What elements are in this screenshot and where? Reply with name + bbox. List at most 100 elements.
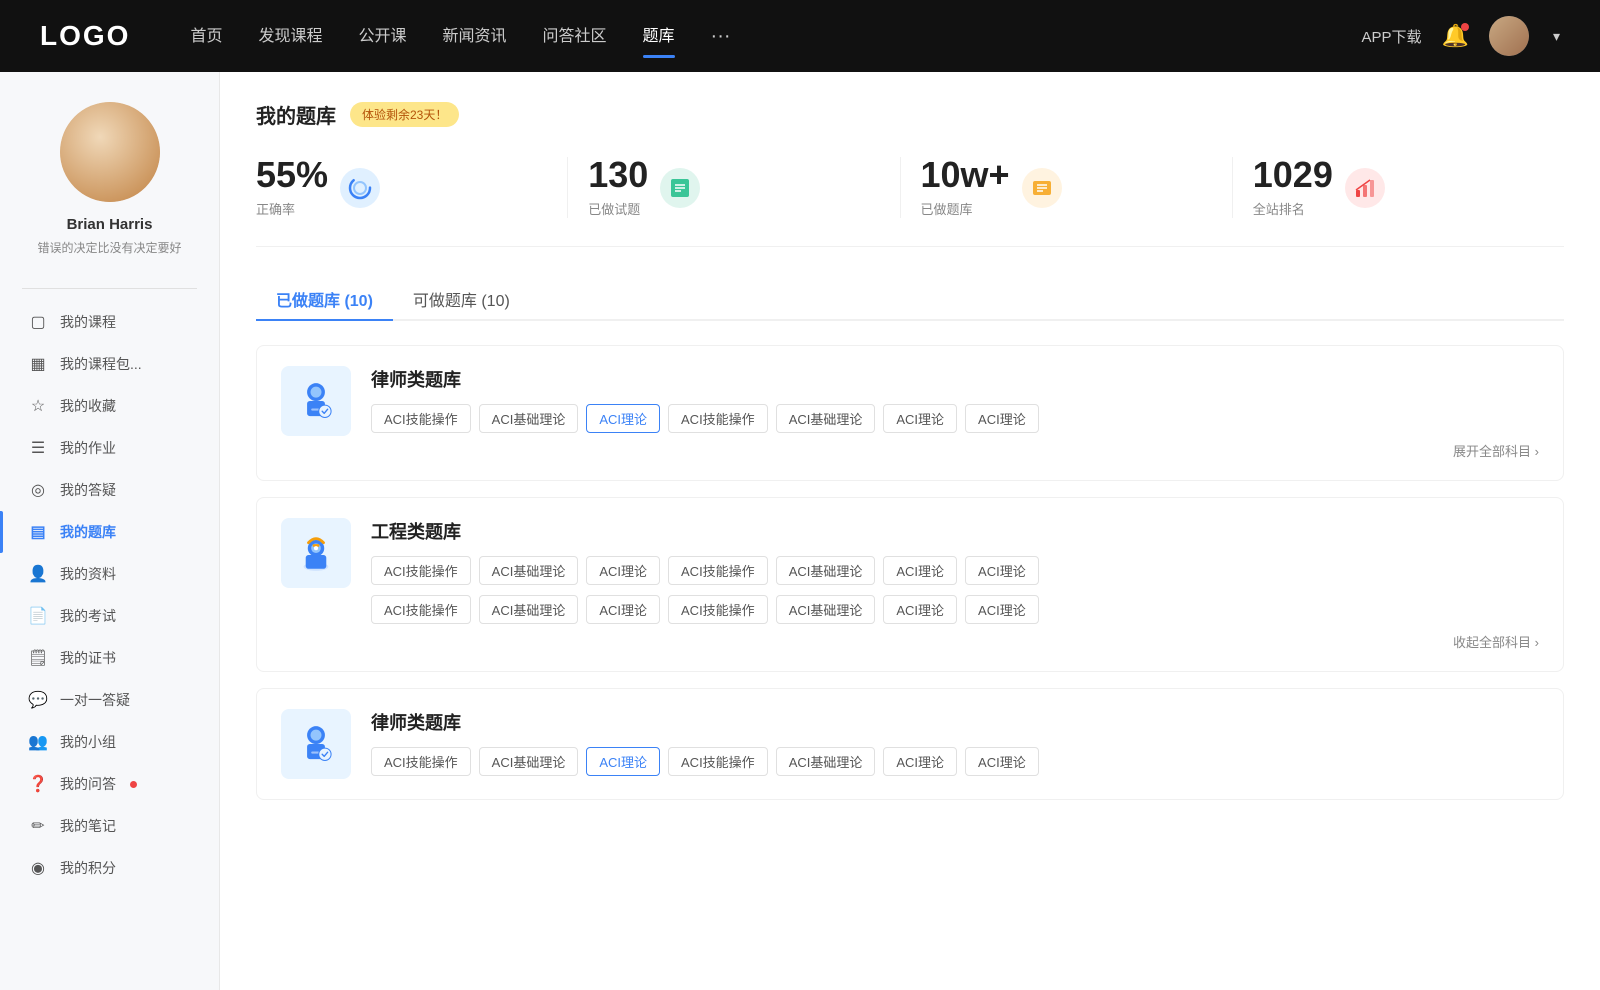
nav-home[interactable]: 首页 xyxy=(190,22,222,50)
tags-row-2b: ACI技能操作 ACI基础理论 ACI理论 ACI技能操作 ACI基础理论 AC… xyxy=(371,595,1539,624)
courses-icon: ▢ xyxy=(28,312,48,332)
user-avatar[interactable] xyxy=(1489,16,1529,56)
sidebar-item-one-on-one[interactable]: 💬 一对一答疑 xyxy=(0,679,219,721)
tag-1-6[interactable]: ACI理论 xyxy=(883,404,957,433)
sidebar-item-my-points[interactable]: ◉ 我的积分 xyxy=(0,847,219,889)
trial-badge: 体验剩余23天！ xyxy=(350,102,459,127)
tag-1-2[interactable]: ACI基础理论 xyxy=(479,404,579,433)
stat-done-questions: 130 已做试题 xyxy=(568,157,900,218)
tag-3-7[interactable]: ACI理论 xyxy=(965,747,1039,776)
sidebar-label-my-favorites: 我的收藏 xyxy=(60,396,116,416)
tag-3-6[interactable]: ACI理论 xyxy=(883,747,957,776)
tag-3-5[interactable]: ACI基础理论 xyxy=(776,747,876,776)
tag-1-5[interactable]: ACI基础理论 xyxy=(776,404,876,433)
sidebar-item-my-courses[interactable]: ▢ 我的课程 xyxy=(0,301,219,343)
collapse-btn-2[interactable]: 收起全部科目 › xyxy=(371,632,1539,651)
tag-3-2[interactable]: ACI基础理论 xyxy=(479,747,579,776)
stats-row: 55% 正确率 130 已做试题 xyxy=(256,157,1564,247)
favorites-icon: ☆ xyxy=(28,396,48,416)
nav-right: APP下载 🔔 ▾ xyxy=(1362,16,1560,56)
bank-card-content-2: 工程类题库 ACI技能操作 ACI基础理论 ACI理论 ACI技能操作 ACI基… xyxy=(371,518,1539,651)
sidebar-label-my-group: 我的小组 xyxy=(60,732,116,752)
bank-icon-lawyer-3 xyxy=(281,709,351,779)
stat-done-questions-value: 130 xyxy=(588,157,648,193)
sidebar-item-my-answers[interactable]: ❓ 我的问答 xyxy=(0,763,219,805)
certs-icon: 🗒 xyxy=(28,648,48,668)
notification-dot xyxy=(1461,23,1469,31)
tag-2b-7[interactable]: ACI理论 xyxy=(965,595,1039,624)
nav-more[interactable]: ··· xyxy=(711,25,731,48)
page-header: 我的题库 体验剩余23天！ xyxy=(256,100,1564,129)
tag-2-3[interactable]: ACI理论 xyxy=(586,556,660,585)
sidebar-item-my-course-packs[interactable]: ▦ 我的课程包... xyxy=(0,343,219,385)
tag-2b-1[interactable]: ACI技能操作 xyxy=(371,595,471,624)
tag-1-3[interactable]: ACI理论 xyxy=(586,404,660,433)
sidebar-item-my-certs[interactable]: 🗒 我的证书 xyxy=(0,637,219,679)
tag-2-4[interactable]: ACI技能操作 xyxy=(668,556,768,585)
nav-bank[interactable]: 题库 xyxy=(643,22,675,50)
tags-row-1: ACI技能操作 ACI基础理论 ACI理论 ACI技能操作 ACI基础理论 AC… xyxy=(371,404,1539,433)
sidebar-item-my-profile[interactable]: 👤 我的资料 xyxy=(0,553,219,595)
sidebar-menu: ▢ 我的课程 ▦ 我的课程包... ☆ 我的收藏 ☰ 我的作业 ◎ 我的答疑 ▤… xyxy=(0,301,219,909)
expand-btn-1[interactable]: 展开全部科目 › xyxy=(371,441,1539,460)
page-title: 我的题库 xyxy=(256,100,336,129)
profile-name: Brian Harris xyxy=(67,216,153,233)
sidebar-label-my-exams: 我的考试 xyxy=(60,606,116,626)
sidebar-item-my-group[interactable]: 👥 我的小组 xyxy=(0,721,219,763)
nav-qa[interactable]: 问答社区 xyxy=(543,22,607,50)
one-on-one-icon: 💬 xyxy=(28,690,48,710)
sidebar-label-my-profile: 我的资料 xyxy=(60,564,116,584)
tag-2-5[interactable]: ACI基础理论 xyxy=(776,556,876,585)
stat-site-rank: 1029 全站排名 xyxy=(1233,157,1564,218)
bank-title-3: 律师类题库 xyxy=(371,709,1539,735)
tag-2b-3[interactable]: ACI理论 xyxy=(586,595,660,624)
nav-news[interactable]: 新闻资讯 xyxy=(443,22,507,50)
sidebar-item-my-notes[interactable]: ✏ 我的笔记 xyxy=(0,805,219,847)
tab-done[interactable]: 已做题库 (10) xyxy=(256,279,393,319)
bank-icon: ▤ xyxy=(28,522,48,542)
answers-badge-dot xyxy=(130,781,137,788)
nav-menu: 首页 发现课程 公开课 新闻资讯 问答社区 题库 ··· xyxy=(190,22,1361,50)
avatar-image xyxy=(1489,16,1529,56)
exams-icon: 📄 xyxy=(28,606,48,626)
user-menu-chevron[interactable]: ▾ xyxy=(1553,28,1560,45)
tag-1-1[interactable]: ACI技能操作 xyxy=(371,404,471,433)
sidebar-item-my-questions[interactable]: ◎ 我的答疑 xyxy=(0,469,219,511)
nav-open-course[interactable]: 公开课 xyxy=(358,22,406,50)
tag-3-3[interactable]: ACI理论 xyxy=(586,747,660,776)
tag-2b-5[interactable]: ACI基础理论 xyxy=(776,595,876,624)
notification-bell[interactable]: 🔔 xyxy=(1442,23,1469,49)
sidebar-label-my-homework: 我的作业 xyxy=(60,438,116,458)
logo[interactable]: LOGO xyxy=(40,20,130,52)
sidebar-label-my-certs: 我的证书 xyxy=(60,648,116,668)
tag-1-4[interactable]: ACI技能操作 xyxy=(668,404,768,433)
tag-2b-2[interactable]: ACI基础理论 xyxy=(479,595,579,624)
tag-3-4[interactable]: ACI技能操作 xyxy=(668,747,768,776)
sidebar-item-my-homework[interactable]: ☰ 我的作业 xyxy=(0,427,219,469)
main-layout: Brian Harris 错误的决定比没有决定要好 ▢ 我的课程 ▦ 我的课程包… xyxy=(0,72,1600,990)
bank-title-1: 律师类题库 xyxy=(371,366,1539,392)
tag-1-7[interactable]: ACI理论 xyxy=(965,404,1039,433)
tag-2-6[interactable]: ACI理论 xyxy=(883,556,957,585)
tag-2-1[interactable]: ACI技能操作 xyxy=(371,556,471,585)
bank-card-content-3: 律师类题库 ACI技能操作 ACI基础理论 ACI理论 ACI技能操作 ACI基… xyxy=(371,709,1539,776)
tab-todo[interactable]: 可做题库 (10) xyxy=(393,279,530,319)
nav-discover[interactable]: 发现课程 xyxy=(258,22,322,50)
bank-icon-engineer xyxy=(281,518,351,588)
notes-icon: ✏ xyxy=(28,816,48,836)
sidebar-item-my-favorites[interactable]: ☆ 我的收藏 xyxy=(0,385,219,427)
tag-2b-4[interactable]: ACI技能操作 xyxy=(668,595,768,624)
tag-2-2[interactable]: ACI基础理论 xyxy=(479,556,579,585)
homework-icon: ☰ xyxy=(28,438,48,458)
app-download[interactable]: APP下载 xyxy=(1362,26,1422,47)
profile-avatar[interactable] xyxy=(60,102,160,202)
sidebar-item-my-exams[interactable]: 📄 我的考试 xyxy=(0,595,219,637)
sidebar-item-my-bank[interactable]: ▤ 我的题库 xyxy=(0,511,219,553)
sidebar-label-one-on-one: 一对一答疑 xyxy=(60,690,130,710)
tag-3-1[interactable]: ACI技能操作 xyxy=(371,747,471,776)
sidebar-label-my-notes: 我的笔记 xyxy=(60,816,116,836)
bank-icon-lawyer-1 xyxy=(281,366,351,436)
tag-2-7[interactable]: ACI理论 xyxy=(965,556,1039,585)
profile-motto: 错误的决定比没有决定要好 xyxy=(37,239,181,256)
tag-2b-6[interactable]: ACI理论 xyxy=(883,595,957,624)
